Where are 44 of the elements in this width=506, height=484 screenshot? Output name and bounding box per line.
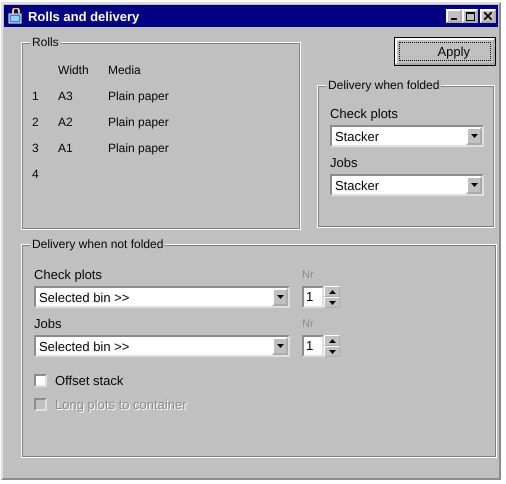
dropdown[interactable]: Selected bin >> [34,335,290,357]
table-cell-text: Plain paper [108,141,170,155]
group-title: Delivery when folded [326,78,442,92]
app-icon [8,8,24,24]
column-header: Width [58,63,90,77]
table-cell-text: A1 [58,141,74,155]
up-arrow-icon[interactable] [328,290,336,294]
dropdown[interactable]: Selected bin >> [34,286,290,308]
minimize-button[interactable] [446,9,462,23]
apply-button[interactable]: Apply [395,38,495,65]
checkbox-label: Long plots to container [55,396,187,412]
group-title: Rolls [30,35,61,49]
maximize-icon[interactable] [466,12,474,20]
up-arrow-icon[interactable] [328,338,336,342]
column-header: Media [108,63,142,77]
field-label: Jobs [34,316,62,332]
spin-down-button[interactable] [324,297,340,308]
checkbox[interactable] [34,374,47,386]
field-label: Check plots [34,267,103,283]
maximize-button[interactable] [462,9,478,23]
roll-number: 4 [32,167,40,181]
table-cell-text: A2 [58,115,74,129]
table-cell-text: A3 [58,89,74,103]
number-field[interactable]: 1 [302,286,324,308]
window-title: Rolls and delivery [28,8,140,24]
close-icon[interactable] [484,12,492,20]
dropdown[interactable]: Stacker [330,174,484,196]
roll-number: 3 [32,141,40,155]
spin-up-button[interactable] [324,286,340,297]
roll-number: 1 [32,89,40,103]
roll-number: 2 [32,115,40,129]
spin-down-button[interactable] [324,346,340,357]
down-arrow-icon[interactable] [328,350,336,354]
down-arrow-icon[interactable] [328,300,336,304]
close-button[interactable] [480,9,496,23]
spin-up-button[interactable] [324,335,340,346]
field-label: Check plots [330,106,399,122]
field-label: Jobs [330,155,358,171]
dropdown[interactable]: Stacker [330,125,484,147]
table-cell-text: Plain paper [108,115,170,129]
group-title: Delivery when not folded [30,237,166,251]
checkbox-label: Offset stack [55,372,124,388]
number-field[interactable]: 1 [302,335,324,357]
table-cell-text: Plain paper [108,89,170,103]
